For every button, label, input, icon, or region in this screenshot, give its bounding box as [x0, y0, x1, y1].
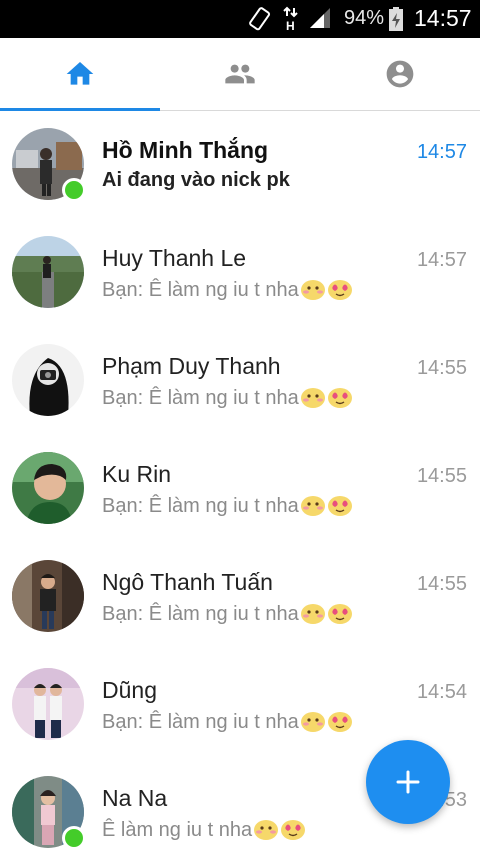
- message-snippet: Ê làm ng iu t nha: [102, 817, 306, 847]
- conversation-row[interactable]: Huy Thanh Le Bạn: Ê làm ng iu t nha 14:5…: [0, 219, 480, 327]
- contact-name: Ngô Thanh Tuấn: [102, 569, 273, 595]
- online-indicator: [62, 826, 86, 850]
- people-icon: [225, 64, 255, 84]
- contact-name: Na Na: [102, 785, 168, 811]
- contact-name: Huy Thanh Le: [102, 245, 247, 271]
- svg-text:H: H: [286, 19, 295, 32]
- message-snippet: Bạn: Ê làm ng iu t nha: [102, 385, 353, 415]
- online-indicator: [62, 178, 86, 202]
- tab-bar: [0, 38, 480, 111]
- message-snippet: Bạn: Ê làm ng iu t nha: [102, 709, 353, 739]
- avatar: [12, 668, 84, 740]
- status-bar: H 94% 14:57: [0, 0, 480, 38]
- message-time: 14:54: [416, 681, 467, 703]
- heart-eyes-emoji-icon: [327, 385, 353, 415]
- new-message-button[interactable]: [366, 740, 450, 824]
- tab-people[interactable]: [160, 38, 320, 110]
- message-snippet: Ai đang vào nick pk: [102, 169, 290, 191]
- message-time: 14:55: [416, 357, 467, 379]
- blush-emoji-icon: [300, 709, 326, 739]
- conversation-row[interactable]: Hồ Minh Thắng Ai đang vào nick pk 14:57: [0, 111, 480, 219]
- conversation-row[interactable]: Ku Rin Bạn: Ê làm ng iu t nha 14:55: [0, 435, 480, 543]
- message-snippet: Bạn: Ê làm ng iu t nha: [102, 601, 353, 631]
- vibrate-icon: [247, 6, 273, 37]
- contact-name: Ku Rin: [102, 461, 172, 487]
- heart-eyes-emoji-icon: [327, 493, 353, 523]
- message-snippet: Bạn: Ê làm ng iu t nha: [102, 493, 353, 523]
- plus-icon: [396, 770, 420, 794]
- blush-emoji-icon: [300, 601, 326, 631]
- message-time: 14:55: [416, 573, 467, 595]
- conversation-row[interactable]: Ngô Thanh Tuấn Bạn: Ê làm ng iu t nha 14…: [0, 543, 480, 651]
- message-snippet: Bạn: Ê làm ng iu t nha: [102, 277, 353, 307]
- contact-name: Hồ Minh Thắng: [102, 137, 269, 163]
- tab-home[interactable]: [0, 38, 160, 110]
- avatar: [12, 344, 84, 416]
- contact-name: Dũng: [102, 677, 157, 703]
- home-icon: [66, 62, 94, 85]
- data-transfer-icon: H: [282, 6, 302, 37]
- heart-eyes-emoji-icon: [327, 277, 353, 307]
- message-time: 14:57: [416, 141, 467, 163]
- avatar: [12, 560, 84, 632]
- message-time: 14:55: [416, 465, 467, 487]
- blush-emoji-icon: [253, 817, 279, 847]
- heart-eyes-emoji-icon: [280, 817, 306, 847]
- blush-emoji-icon: [300, 493, 326, 523]
- message-time: 14:57: [416, 249, 467, 271]
- battery-percent: 94%: [344, 7, 385, 29]
- signal-icon: [308, 6, 332, 35]
- status-clock: 14:57: [414, 5, 472, 31]
- tab-profile[interactable]: [320, 38, 480, 110]
- heart-eyes-emoji-icon: [327, 601, 353, 631]
- contact-name: Phạm Duy Thanh: [102, 353, 281, 379]
- conversation-row[interactable]: Phạm Duy Thanh Bạn: Ê làm ng iu t nha 14…: [0, 327, 480, 435]
- heart-eyes-emoji-icon: [327, 709, 353, 739]
- avatar: [12, 236, 84, 308]
- account-circle-icon: [386, 60, 414, 88]
- blush-emoji-icon: [300, 277, 326, 307]
- blush-emoji-icon: [300, 385, 326, 415]
- avatar: [12, 452, 84, 524]
- battery-charging-icon: [388, 6, 404, 37]
